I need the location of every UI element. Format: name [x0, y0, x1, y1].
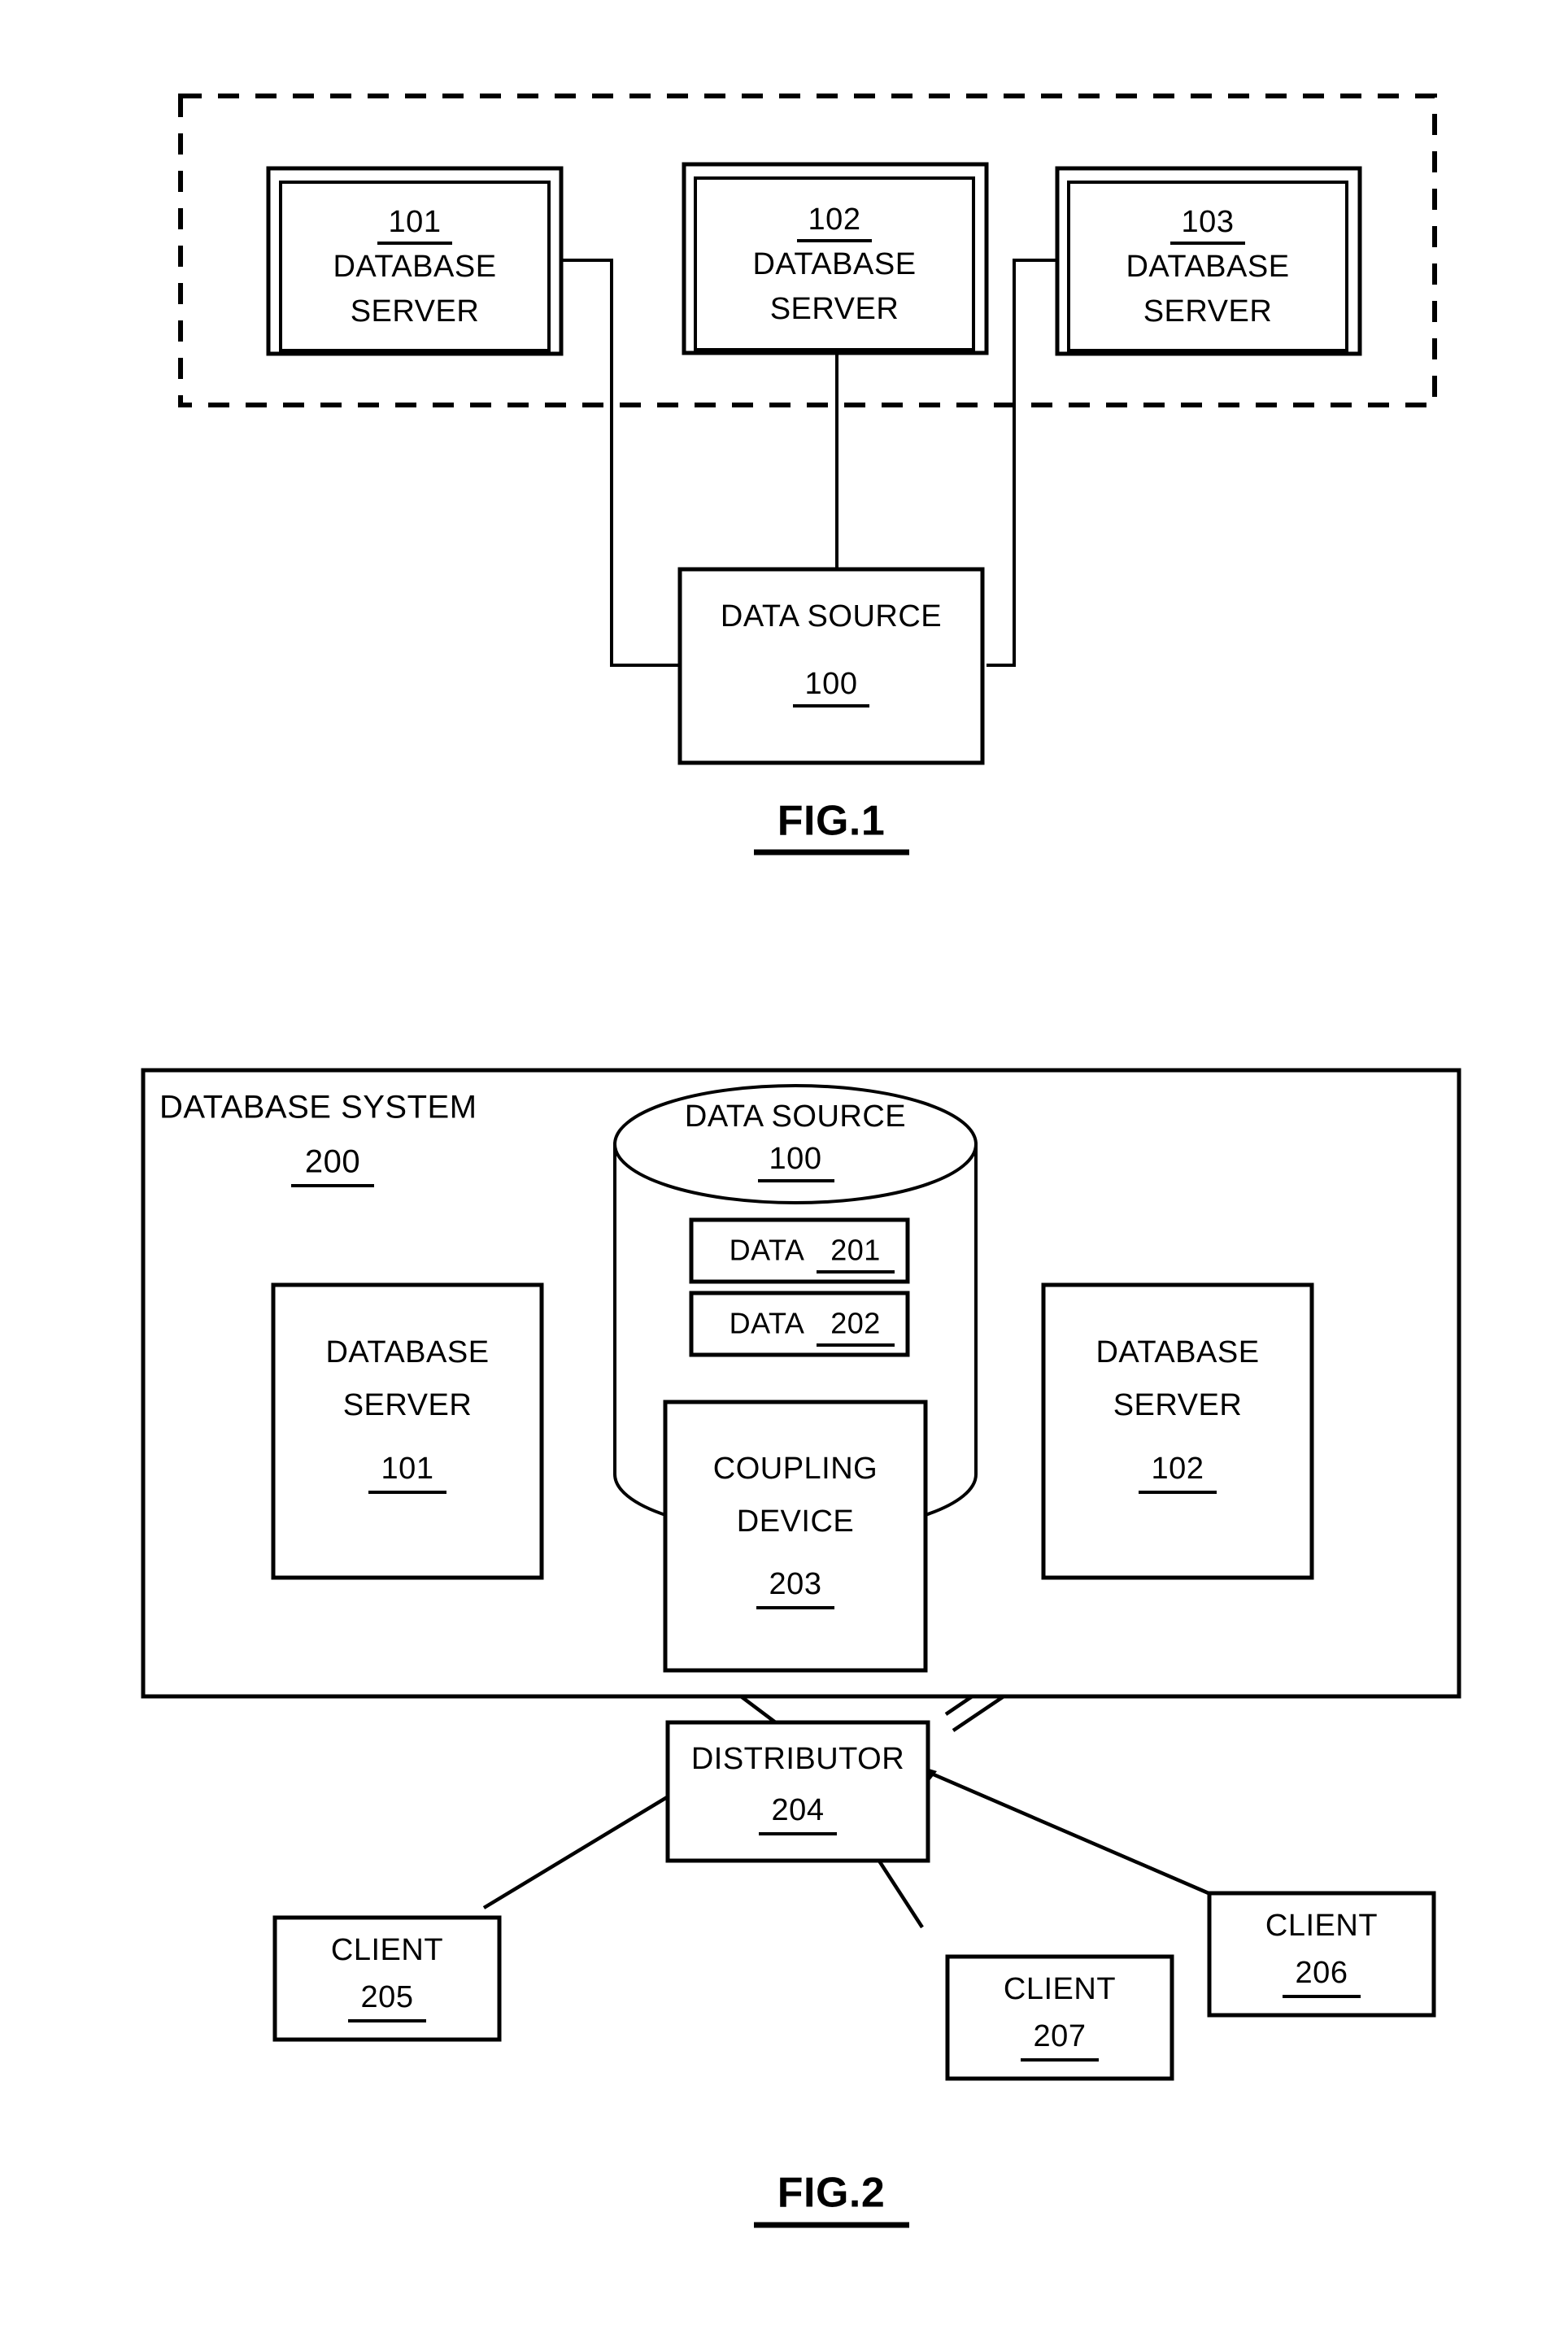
- fig2-client-206-ref: 206: [1296, 1956, 1348, 1990]
- fig1-server-101-line2: SERVER: [351, 294, 480, 329]
- fig2-client-206: CLIENT 206: [1207, 1891, 1436, 2018]
- fig2-data-block-201: DATA 201: [689, 1217, 910, 1284]
- fig2-caption-group: FIG.2: [754, 2170, 909, 2228]
- fig2-database-server-102: DATABASE SERVER 102: [1041, 1282, 1314, 1580]
- fig2-server-102-ref: 102: [1152, 1452, 1204, 1486]
- figure-2: DATABASE SYSTEM 200 DATA SOURCE 100 DATA…: [141, 1068, 1461, 2228]
- fig2-client-207-ref: 207: [1034, 2019, 1087, 2053]
- fig2-coupling-line1: COUPLING: [713, 1452, 878, 1486]
- fig1-link-101-to-datasource: [561, 259, 687, 667]
- fig1-server-103-line2: SERVER: [1143, 294, 1273, 329]
- fig2-coupling-device-203: COUPLING DEVICE 203: [663, 1400, 928, 1673]
- fig1-server-102-line2: SERVER: [770, 292, 899, 326]
- fig1-database-server-102: 102 DATABASE SERVER: [682, 162, 989, 355]
- fig2-data-202-ref: 202: [830, 1307, 881, 1340]
- fig2-server-101-ref: 101: [381, 1452, 434, 1486]
- fig2-system-ref: 200: [305, 1144, 360, 1180]
- figure-1: 101 DATABASE SERVER 102 DATABASE SERVER …: [178, 94, 1437, 856]
- fig2-edge-client206-to-distributor: [899, 1757, 1209, 1896]
- fig1-data-source-ref: 100: [805, 667, 858, 701]
- fig1-database-server-103: 103 DATABASE SERVER: [1055, 166, 1362, 356]
- fig2-client-207-label: CLIENT: [1004, 1972, 1116, 2006]
- fig1-data-source-title: DATA SOURCE: [721, 599, 942, 633]
- fig2-server-102-line1: DATABASE: [1095, 1335, 1259, 1369]
- fig1-link-103-to-datasource: [987, 259, 1057, 667]
- fig1-server-102-ref: 102: [808, 202, 861, 237]
- fig2-data-block-202: DATA 202: [689, 1291, 910, 1357]
- fig1-caption-group: FIG.1: [754, 798, 909, 856]
- fig2-client-205: CLIENT 205: [272, 1915, 502, 2042]
- fig2-client-206-label: CLIENT: [1265, 1909, 1378, 1943]
- fig2-data-source-title: DATA SOURCE: [685, 1099, 906, 1134]
- fig2-client-207: CLIENT 207: [945, 1954, 1174, 2081]
- fig2-caption: FIG.2: [777, 2170, 886, 2217]
- fig2-server-101-line2: SERVER: [343, 1388, 473, 1422]
- fig2-system-title: DATABASE SYSTEM: [159, 1090, 477, 1125]
- fig2-data-201-label: DATA: [730, 1234, 805, 1267]
- fig1-server-103-line1: DATABASE: [1126, 250, 1289, 284]
- fig2-coupling-line2: DEVICE: [737, 1504, 854, 1539]
- fig1-server-103-ref: 103: [1182, 205, 1235, 239]
- fig1-data-source-100: DATA SOURCE 100: [677, 567, 985, 765]
- fig2-distributor-204: DISTRIBUTOR 204: [665, 1720, 930, 1863]
- fig1-server-102-line1: DATABASE: [752, 247, 916, 281]
- fig1-database-server-101: 101 DATABASE SERVER: [266, 166, 564, 356]
- fig2-database-server-101: DATABASE SERVER 101: [271, 1282, 544, 1580]
- patent-drawing-sheet: 101 DATABASE SERVER 102 DATABASE SERVER …: [0, 0, 1568, 2325]
- fig2-data-201-ref: 201: [830, 1234, 881, 1267]
- fig2-coupling-ref: 203: [769, 1567, 822, 1601]
- fig2-distributor-ref: 204: [772, 1793, 825, 1827]
- fig2-client-205-ref: 205: [361, 1980, 414, 2014]
- fig2-data-source-ref: 100: [769, 1142, 822, 1176]
- fig2-data-202-label: DATA: [730, 1307, 805, 1340]
- fig1-caption: FIG.1: [777, 798, 886, 845]
- fig2-server-102-line2: SERVER: [1113, 1388, 1243, 1422]
- fig2-server-101-line1: DATABASE: [325, 1335, 489, 1369]
- fig2-distributor-label: DISTRIBUTOR: [691, 1742, 904, 1776]
- fig1-server-101-ref: 101: [389, 205, 442, 239]
- fig1-server-101-line1: DATABASE: [333, 250, 496, 284]
- fig2-client-205-label: CLIENT: [331, 1933, 443, 1967]
